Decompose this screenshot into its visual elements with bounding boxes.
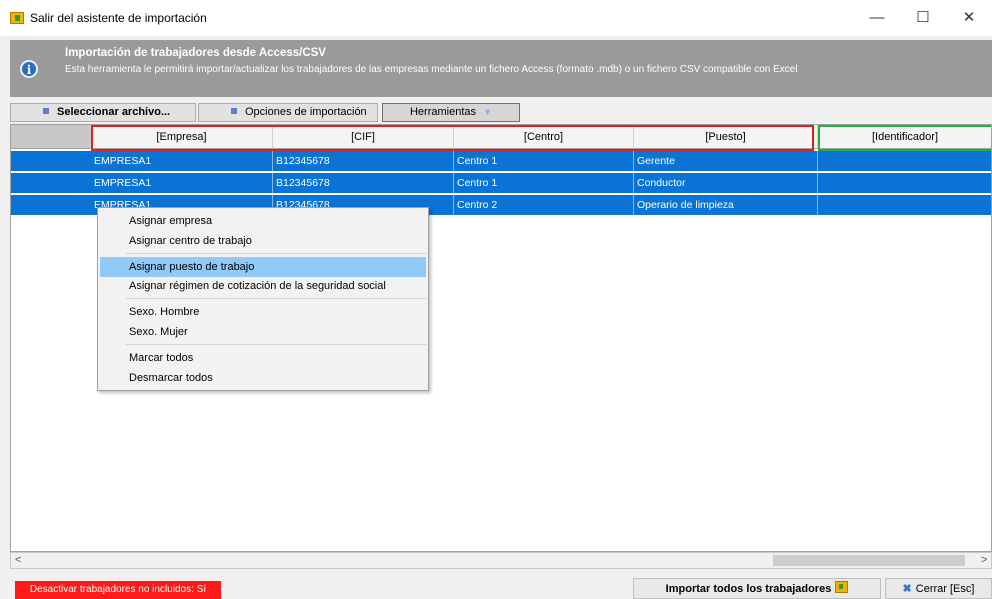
banner-title: Importación de trabajadores desde Access… bbox=[65, 47, 326, 59]
menu-item-assign-workplace[interactable]: Asignar centro de trabajo bbox=[100, 231, 426, 251]
import-options-label: Opciones de importación bbox=[245, 106, 367, 118]
cell-empresa: EMPRESA1 bbox=[91, 173, 273, 193]
deactivate-toggle[interactable]: Desactivar trabajadores no incluidos: Sí bbox=[15, 581, 221, 599]
import-all-button[interactable]: Importar todos los trabajadores bbox=[633, 578, 881, 599]
context-menu: Asignar empresa Asignar centro de trabaj… bbox=[97, 207, 429, 391]
app-icon bbox=[10, 12, 24, 24]
chevron-down-icon: ▼ bbox=[483, 107, 492, 117]
menu-item-assign-social-security-regime[interactable]: Asignar régimen de cotización de la segu… bbox=[100, 276, 426, 296]
menu-item-sex-female[interactable]: Sexo. Mujer bbox=[100, 322, 426, 342]
menu-item-unmark-all[interactable]: Desmarcar todos bbox=[100, 368, 426, 388]
cell-identificador bbox=[818, 151, 991, 171]
banner-description: Esta herramienta le permitirá importar/a… bbox=[65, 64, 798, 75]
close-label: Cerrar [Esc] bbox=[915, 583, 975, 595]
table-row[interactable]: EMPRESA1 B12345678 Centro 1 Conductor bbox=[11, 173, 991, 193]
options-bullet-icon bbox=[231, 108, 237, 114]
menu-item-mark-all[interactable]: Marcar todos bbox=[100, 348, 426, 368]
cell-puesto: Gerente bbox=[634, 151, 818, 171]
menu-separator bbox=[126, 253, 426, 254]
import-options-button[interactable]: Opciones de importación bbox=[198, 103, 378, 122]
window-title: Salir del asistente de importación bbox=[30, 11, 207, 25]
menu-item-sex-male[interactable]: Sexo. Hombre bbox=[100, 302, 426, 322]
menu-separator bbox=[126, 298, 426, 299]
file-bullet-icon bbox=[43, 108, 49, 114]
cell-identificador bbox=[818, 173, 991, 193]
close-icon: ✖ bbox=[902, 583, 912, 595]
identifier-column-frame bbox=[818, 125, 991, 151]
horizontal-scrollbar[interactable]: < > bbox=[10, 552, 992, 569]
tools-button[interactable]: Herramientas ▼ bbox=[382, 103, 520, 122]
close-window-button[interactable]: ✕ bbox=[946, 4, 992, 32]
scroll-right-arrow[interactable]: > bbox=[981, 553, 987, 568]
cell-centro: Centro 1 bbox=[454, 173, 634, 193]
cell-centro: Centro 1 bbox=[454, 151, 634, 171]
title-bar: Salir del asistente de importación — ☐ ✕ bbox=[0, 0, 992, 36]
cell-puesto: Conductor bbox=[634, 173, 818, 193]
scrollbar-thumb[interactable] bbox=[773, 555, 965, 566]
cell-centro: Centro 2 bbox=[454, 195, 634, 215]
minimize-button[interactable]: — bbox=[854, 4, 900, 32]
select-file-label: Seleccionar archivo... bbox=[57, 106, 171, 118]
select-file-button[interactable]: Seleccionar archivo... bbox=[10, 103, 196, 122]
tools-label: Herramientas bbox=[409, 106, 477, 118]
mapped-columns-frame bbox=[91, 125, 814, 151]
import-all-label: Importar todos los trabajadores bbox=[665, 583, 832, 595]
cell-identificador bbox=[818, 195, 991, 215]
cell-empresa: EMPRESA1 bbox=[91, 151, 273, 171]
import-icon bbox=[835, 581, 849, 593]
table-row[interactable]: EMPRESA1 B12345678 Centro 1 Gerente bbox=[11, 151, 991, 171]
close-button[interactable]: ✖ Cerrar [Esc] bbox=[885, 578, 992, 599]
cell-puesto: Operario de limpieza bbox=[634, 195, 818, 215]
menu-separator bbox=[126, 344, 426, 345]
row-header-corner bbox=[11, 125, 91, 149]
cell-cif: B12345678 bbox=[273, 151, 454, 171]
maximize-button[interactable]: ☐ bbox=[900, 4, 946, 32]
header-banner: i Importación de trabajadores desde Acce… bbox=[10, 40, 992, 97]
scroll-left-arrow[interactable]: < bbox=[15, 553, 21, 568]
info-icon: i bbox=[20, 60, 38, 78]
cell-cif: B12345678 bbox=[273, 173, 454, 193]
menu-item-assign-company[interactable]: Asignar empresa bbox=[100, 211, 426, 231]
menu-item-assign-job-position[interactable]: Asignar puesto de trabajo bbox=[100, 257, 426, 277]
